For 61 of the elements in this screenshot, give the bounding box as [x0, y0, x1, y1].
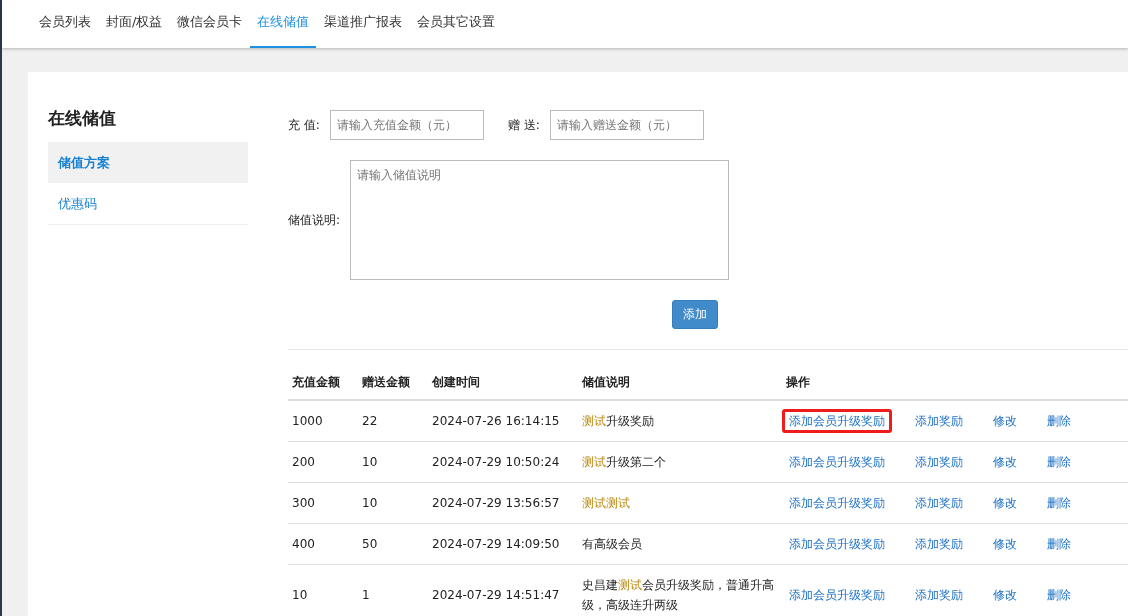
table-cell: 2024-07-29 13:56:57 — [428, 482, 578, 524]
action-link[interactable]: 删除 — [1040, 408, 1078, 433]
table-cell: 22 — [358, 400, 428, 442]
nav-tab[interactable]: 会员列表 — [32, 0, 98, 48]
action-link[interactable]: 删除 — [1040, 490, 1078, 515]
table-cell: 2024-07-29 14:51:47 — [428, 564, 578, 616]
action-link[interactable]: 修改 — [986, 449, 1024, 474]
bonus-input[interactable]: 请输入赠送金额（元） — [549, 110, 704, 140]
table-cell: 10 — [288, 564, 358, 616]
action-link[interactable]: 删除 — [1040, 582, 1078, 607]
table-cell: 1 — [358, 564, 428, 616]
table-cell: 10 — [358, 441, 428, 483]
nav-tab[interactable]: 渠道推广报表 — [317, 0, 410, 48]
column-header: 储值说明 — [578, 349, 782, 400]
sidebar-item[interactable]: 优惠码 — [48, 183, 248, 225]
column-header: 操作 — [782, 349, 1128, 400]
nav-tab[interactable]: 会员其它设置 — [410, 0, 503, 48]
action-link[interactable]: 添加会员升级奖励 — [782, 582, 892, 607]
action-link[interactable]: 删除 — [1040, 531, 1078, 556]
recharge-label: 充 值: — [288, 116, 320, 134]
nav-tab[interactable]: 在线储值 — [250, 0, 317, 48]
action-link[interactable]: 添加奖励 — [908, 582, 970, 607]
table-cell: 有高级会员 — [578, 523, 782, 565]
table-cell: 400 — [288, 523, 358, 565]
action-link[interactable]: 添加奖励 — [908, 449, 970, 474]
add-button[interactable]: 添加 — [672, 300, 718, 329]
table-cell: 300 — [288, 482, 358, 524]
sidebar-title: 在线储值 — [48, 107, 117, 130]
bonus-label: 赠 送: — [507, 116, 540, 134]
recharge-input[interactable]: 请输入充值金额（元） — [329, 110, 484, 140]
column-header: 创建时间 — [428, 349, 578, 400]
action-link[interactable]: 修改 — [986, 408, 1024, 433]
description-label: 储值说明: — [288, 211, 341, 229]
nav-tab[interactable]: 封面/权益 — [99, 0, 170, 48]
action-link[interactable]: 修改 — [986, 531, 1024, 556]
column-header: 赠送金额 — [358, 349, 428, 400]
description-input[interactable]: 请输入储值说明 — [350, 160, 730, 280]
action-link[interactable]: 添加会员升级奖励 — [782, 490, 892, 515]
nav-tab[interactable]: 微信会员卡 — [170, 0, 250, 48]
action-link[interactable]: 添加会员升级奖励 — [782, 408, 892, 433]
action-link[interactable]: 添加会员升级奖励 — [782, 531, 892, 556]
column-header: 充值金额 — [288, 349, 358, 400]
action-link[interactable]: 删除 — [1040, 449, 1078, 474]
table-cell: 测试升级奖励 — [578, 400, 782, 442]
action-link[interactable]: 修改 — [986, 582, 1024, 607]
table-cell: 10 — [358, 482, 428, 524]
table-cell: 测试升级第二个 — [578, 441, 782, 483]
table-cell: 史昌建测试会员升级奖励，普通升高级，高级连升两级 — [578, 564, 782, 616]
action-link[interactable]: 添加奖励 — [908, 408, 970, 433]
action-link[interactable]: 添加奖励 — [908, 490, 970, 515]
action-link[interactable]: 修改 — [986, 490, 1024, 515]
action-link[interactable]: 添加奖励 — [908, 531, 970, 556]
sidebar-item[interactable]: 储值方案 — [48, 142, 248, 183]
table-cell: 2024-07-26 16:14:15 — [428, 400, 578, 442]
table-cell: 200 — [288, 441, 358, 483]
table-cell: 50 — [358, 523, 428, 565]
table-cell: 测试测试 — [578, 482, 782, 524]
table-cell: 1000 — [288, 400, 358, 442]
table-cell: 2024-07-29 14:09:50 — [428, 523, 578, 565]
action-link[interactable]: 添加会员升级奖励 — [782, 449, 892, 474]
table-cell: 2024-07-29 10:50:24 — [428, 441, 578, 483]
